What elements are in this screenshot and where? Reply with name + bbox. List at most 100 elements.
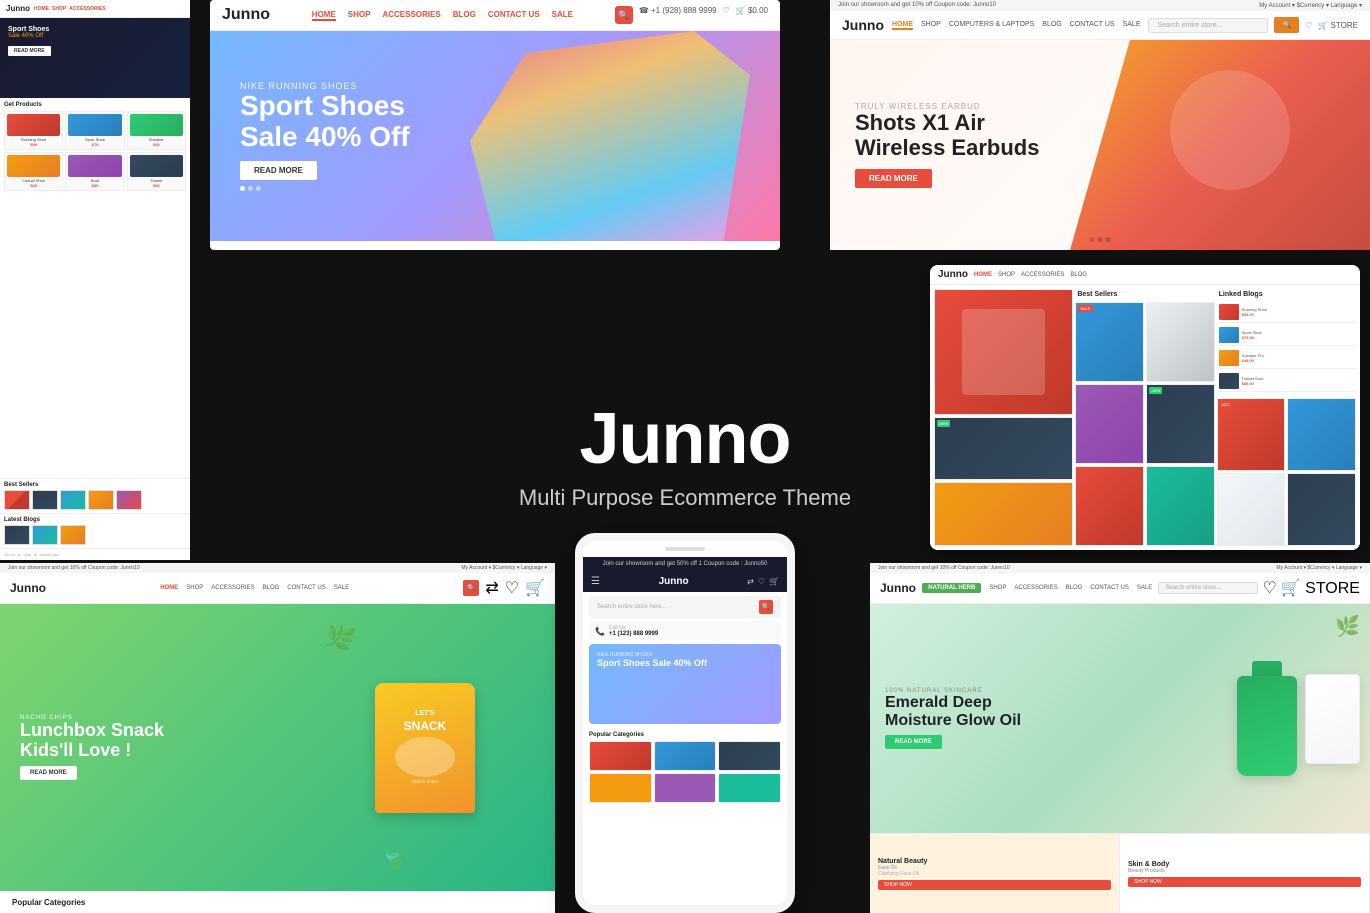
- tl-row-item: [116, 490, 142, 510]
- tl-hero-btn[interactable]: READ MORE: [8, 46, 51, 56]
- sale-badge: SALE: [1078, 305, 1092, 312]
- tablet-cell: [1075, 384, 1144, 464]
- tr-logo: Junno: [842, 17, 884, 33]
- phone-categories: Popular Categories: [583, 728, 787, 807]
- tr-carousel-dots: [1090, 237, 1111, 242]
- bl-hero-title: Lunchbox Snack Kids'll Love !: [20, 721, 164, 761]
- tr-hero-btn[interactable]: READ MORE: [855, 169, 932, 188]
- tc-hero-btn[interactable]: READ MORE: [240, 161, 317, 180]
- tl-row-item: [60, 490, 86, 510]
- phone-logo: Junno: [659, 576, 689, 587]
- brand-title: Junno: [519, 403, 851, 475]
- br-nav-btn[interactable]: NATURAL HERB: [922, 583, 981, 593]
- tr-hero-content: TRULY WIRELESS EARBUD Shots X1 Air Wirel…: [830, 82, 1064, 208]
- br-card-2: Skin & Body Beauty Products SHOP NOW: [1120, 833, 1370, 913]
- bl-header: Junno HOME SHOP ACCESSORIES BLOG CONTACT…: [0, 573, 555, 604]
- carousel-dots: [240, 186, 410, 191]
- bl-header-icons: 🔍 ⇄ ♡ 🛒: [463, 578, 545, 598]
- br-hero: 100% NATURAL SKINCARE Emerald Deep Moist…: [870, 604, 1370, 833]
- tl-product-item: Boot $89: [65, 152, 124, 191]
- tl-product-img: [68, 155, 121, 177]
- tl-product-item: Casual Shoe $39: [4, 152, 63, 191]
- runner-decoration: [470, 31, 750, 241]
- tablet-cell: [1287, 473, 1356, 546]
- bl-hero-btn[interactable]: READ MORE: [20, 766, 77, 780]
- tablet-badge: NEW: [937, 420, 950, 427]
- phone-search-bar[interactable]: Search entire store here... 🔍: [589, 596, 781, 618]
- screenshot-mid-right-tablet: Junno HOME SHOP ACCESSORIES BLOG: [930, 265, 1360, 550]
- tablet-list-item: Trainer Boot $89.00: [1217, 371, 1356, 392]
- tablet-thumb: [1219, 350, 1239, 366]
- phone-notch: [665, 547, 705, 551]
- tablet-cell: [1146, 466, 1215, 546]
- phone-cat-item: [654, 773, 717, 803]
- bl-categories-title: Popular Categories: [12, 898, 543, 907]
- br-card-2-title: Skin & Body: [1128, 861, 1361, 868]
- tablet-badge: -40%: [1149, 387, 1162, 394]
- bl-search-btn[interactable]: 🔍: [463, 580, 479, 596]
- tl-section-latest: Latest Blogs: [0, 513, 190, 548]
- tl-product-grid: Running Shoe $59 Sport Shoe $79 Sneaker …: [4, 111, 186, 191]
- br-card-2-btn[interactable]: SHOP NOW: [1128, 877, 1361, 887]
- tl-product-item: Sport Shoe $79: [65, 111, 124, 150]
- br-bottle-cap: [1252, 661, 1282, 676]
- phone-cat-item: [589, 773, 652, 803]
- phone-inner: Join our showroom and get 50% off 1 Coup…: [583, 541, 787, 905]
- bl-hero: NACHO CHIPS Lunchbox Snack Kids'll Love …: [0, 604, 555, 891]
- bl-nav: HOME SHOP ACCESSORIES BLOG CONTACT US SA…: [160, 585, 349, 591]
- br-card-1-btn[interactable]: SHOP NOW: [878, 880, 1111, 890]
- tr-hero-subtitle: Wireless Earbuds: [855, 135, 1039, 161]
- tablet-cell: [1075, 466, 1144, 546]
- phone-callout: 📞 Call Us: +1 (123) 888 9999: [589, 622, 781, 640]
- tablet-inner: Junno HOME SHOP ACCESSORIES BLOG: [930, 265, 1360, 550]
- brand-subtitle: Multi Purpose Ecommerce Theme: [519, 485, 851, 511]
- tl-product-img: [7, 155, 60, 177]
- br-card-1-title: Natural Beauty: [878, 858, 1111, 865]
- br-card-1-desc: Clarifying Face Oil: [878, 871, 1111, 877]
- br-card-2-sub: Beauty Products: [1128, 868, 1361, 874]
- phone-cat-item: [718, 773, 781, 803]
- tablet-cell: -40%: [1146, 384, 1215, 464]
- main-container: Junno Multi Purpose Ecommerce Theme Junn…: [0, 0, 1370, 913]
- tl-products: Get Products Running Shoe $59 Sport Shoe…: [0, 98, 190, 478]
- br-hero-content: 100% NATURAL SKINCARE Emerald Deep Moist…: [885, 688, 1021, 749]
- tablet-content: NEW Best Sellers SALE -40%: [930, 285, 1360, 550]
- br-search-input[interactable]: Search entire store...: [1158, 582, 1258, 594]
- tl-product-item: Trainer $69: [127, 152, 186, 191]
- tl-product-img: [68, 114, 121, 136]
- tl-row-item: [4, 490, 30, 510]
- bl-logo: Junno: [10, 581, 46, 595]
- tablet-section-title: Best Sellers: [1075, 289, 1214, 300]
- tablet-linked-blogs-title: Linked Blogs: [1217, 289, 1356, 300]
- tl-hero: Sport Shoes Sale 40% Off READ MORE: [0, 18, 190, 98]
- tablet-logo: Junno: [938, 269, 968, 280]
- tablet-cell: [934, 482, 1073, 546]
- phone-categories-title: Popular Categories: [589, 732, 781, 738]
- br-hero-title: Emerald Deep Moisture Glow Oil: [885, 694, 1021, 729]
- phone-search-submit[interactable]: 🔍: [759, 600, 773, 614]
- tl-row-item: [32, 490, 58, 510]
- tablet-cell: [934, 289, 1073, 415]
- tc-search-btn[interactable]: 🔍: [615, 6, 633, 24]
- tablet-col-1: NEW: [934, 289, 1073, 546]
- tr-search-bar[interactable]: Search entire store...: [1148, 18, 1268, 33]
- tc-header: Junno HOME SHOP ACCESSORIES BLOG CONTACT…: [210, 0, 780, 31]
- tc-hero: NIKE RUNNING SHOES Sport Shoes Sale 40% …: [210, 31, 780, 241]
- phone-hero: NIKE RUNNING SHOES Sport Shoes Sale 40% …: [589, 644, 781, 724]
- br-card-1: Natural Beauty Face Oil Clarifying Face …: [870, 833, 1120, 913]
- tablet-list-item: Sport Shoe $79.00: [1217, 325, 1356, 346]
- tr-nav: HOME SHOP COMPUTERS & LAPTOPS BLOG CONTA…: [892, 21, 1141, 30]
- tl-row-item: [88, 490, 114, 510]
- tr-icons-group: Search entire store... 🔍 ♡ 🛒 STORE: [1148, 17, 1358, 33]
- tc-hero-title: Sport Shoes Sale 40% Off: [240, 91, 410, 153]
- tablet-cell: NEW: [934, 417, 1073, 481]
- leaf-deco: 🌿: [1335, 614, 1360, 639]
- screenshot-bot-center-phone: Join our showroom and get 50% off 1 Coup…: [575, 533, 795, 913]
- br-header: Junno NATURAL HERB SHOP ACCESSORIES BLOG…: [870, 573, 1370, 604]
- phone-cat-item: [589, 741, 652, 771]
- phone-icon: 📞: [595, 627, 605, 636]
- tr-model-person: [1130, 40, 1350, 250]
- br-logo: Junno: [880, 581, 916, 595]
- br-hero-btn[interactable]: READ MORE: [885, 735, 942, 749]
- tr-search-btn[interactable]: 🔍: [1274, 17, 1299, 33]
